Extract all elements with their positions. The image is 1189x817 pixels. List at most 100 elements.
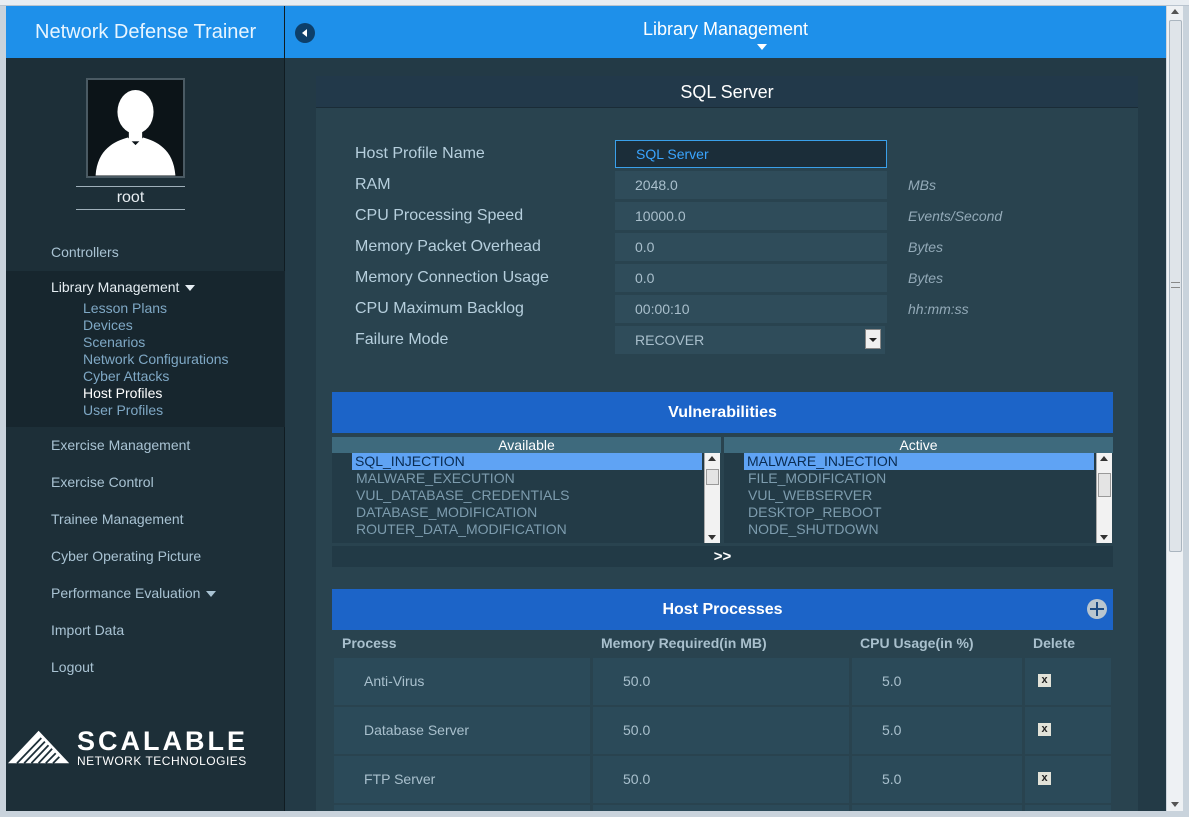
cpu-max-backlog-input[interactable]: 00:00:10 [615, 295, 887, 323]
scroll-thumb[interactable] [1098, 473, 1111, 497]
field-unit: Bytes [908, 270, 944, 286]
list-item[interactable]: DATABASE_MODIFICATION [332, 504, 720, 521]
user-silhouette-icon [88, 80, 183, 176]
failure-mode-select[interactable]: RECOVER [615, 326, 885, 354]
field-unit: hh:mm:ss [908, 301, 969, 317]
page-title[interactable]: Library Management [285, 19, 1166, 40]
list-item[interactable]: DESKTOP_REBOOT [724, 504, 1112, 521]
scroll-up-icon[interactable] [1100, 456, 1108, 461]
app-title: Network Defense Trainer [6, 6, 284, 58]
active-vulnerabilities-list[interactable]: MALWARE_INJECTION FILE_MODIFICATION VUL_… [724, 453, 1112, 543]
failure-mode-value: RECOVER [635, 332, 705, 348]
field-unit: Bytes [908, 239, 944, 255]
logo-tagline: NETWORK TECHNOLOGIES [77, 753, 247, 768]
username: root [76, 186, 185, 210]
delete-process-button[interactable]: x [1038, 723, 1051, 736]
list-item[interactable]: MALWARE_EXECUTION [332, 470, 720, 487]
list-item[interactable]: MALWARE_INJECTION [744, 453, 1094, 470]
nav-item-logout[interactable]: Logout [6, 649, 285, 686]
table-row [334, 805, 1111, 811]
process-name-cell: FTP Server [334, 756, 590, 803]
column-header-memory: Memory Required(in MB) [601, 635, 767, 651]
delete-cell: x [1025, 756, 1111, 803]
list-item[interactable]: VUL_DATABASE_CREDENTIALS [332, 487, 720, 504]
dropdown-arrow-icon[interactable] [865, 329, 881, 349]
list-scrollbar[interactable] [704, 453, 720, 543]
memory-packet-overhead-input[interactable]: 0.0 [615, 233, 887, 261]
vulnerabilities-column-headers: Available Active [332, 437, 1113, 453]
section-title: Host Processes [662, 601, 783, 618]
vulnerabilities-header: Vulnerabilities [332, 392, 1113, 433]
host-profile-name-input[interactable]: SQL Server [615, 140, 887, 168]
column-header-cpu: CPU Usage(in %) [860, 635, 974, 651]
nav-item-trainee-management[interactable]: Trainee Management [6, 501, 285, 538]
list-scrollbar[interactable] [1096, 453, 1112, 543]
nav-subitem-host-profiles[interactable]: Host Profiles [6, 385, 285, 402]
delete-cell: x [1025, 707, 1111, 754]
field-label: Host Profile Name [355, 145, 485, 162]
memory-cell: 50.0 [593, 707, 849, 754]
delete-process-button[interactable]: x [1038, 772, 1051, 785]
list-item[interactable]: VUL_WEBSERVER [724, 487, 1112, 504]
scroll-grip-icon [1171, 282, 1180, 288]
cpu-cell: 5.0 [852, 658, 1022, 705]
list-item[interactable]: ROUTER_DATA_MODIFICATION [332, 521, 720, 538]
ram-input[interactable]: 2048.0 [615, 171, 887, 199]
move-vulnerability-button[interactable]: >> [332, 546, 1113, 567]
header-bar: Library Management [285, 6, 1166, 58]
nav-subitem-devices[interactable]: Devices [6, 317, 285, 334]
nav-item-exercise-management[interactable]: Exercise Management [6, 427, 285, 464]
table-row: Database Server 50.0 5.0 x [334, 707, 1111, 754]
nav-subitem-lesson-plans[interactable]: Lesson Plans [6, 300, 285, 317]
available-vulnerabilities-list[interactable]: SQL_INJECTION MALWARE_EXECUTION VUL_DATA… [332, 453, 720, 543]
cpu-cell: 5.0 [852, 707, 1022, 754]
nav-item-label: Library Management [51, 279, 180, 295]
field-unit: MBs [908, 177, 936, 193]
scroll-up-icon[interactable] [1171, 9, 1179, 14]
nav-item-performance-evaluation[interactable]: Performance Evaluation [6, 575, 285, 612]
table-row: Anti-Virus 50.0 5.0 x [334, 658, 1111, 705]
page-scrollbar[interactable] [1166, 6, 1183, 811]
delete-process-button[interactable]: x [1038, 674, 1051, 687]
caret-down-icon [185, 285, 196, 292]
nav-subitem-user-profiles[interactable]: User Profiles [6, 402, 285, 419]
scroll-down-icon[interactable] [708, 535, 716, 540]
delete-cell: x [1025, 658, 1111, 705]
available-column-header: Available [332, 437, 721, 453]
avatar [86, 78, 185, 178]
nav-item-label: Performance Evaluation [51, 585, 201, 601]
memory-connection-usage-input[interactable]: 0.0 [615, 264, 887, 292]
add-process-icon[interactable] [1087, 599, 1107, 619]
caret-down-icon[interactable] [757, 44, 767, 50]
nav-item-exercise-control[interactable]: Exercise Control [6, 464, 285, 501]
scroll-thumb[interactable] [706, 469, 719, 485]
nav-group-library-management: Library Management Lesson Plans Devices … [6, 271, 285, 427]
field-label: Failure Mode [355, 331, 449, 348]
logo-wordmark: SCALABLE [77, 725, 248, 756]
scroll-down-icon[interactable] [1100, 535, 1108, 540]
field-label: CPU Maximum Backlog [355, 300, 524, 317]
field-label: Memory Packet Overhead [355, 238, 541, 255]
list-item[interactable]: SQL_INJECTION [352, 453, 702, 470]
list-item[interactable]: FILE_MODIFICATION [724, 470, 1112, 487]
list-item[interactable]: NODE_SHUTDOWN [724, 521, 1112, 538]
nav-subitem-scenarios[interactable]: Scenarios [6, 334, 285, 351]
host-processes-header: Host Processes [332, 589, 1113, 630]
cpu-cell: 5.0 [852, 756, 1022, 803]
cpu-speed-input[interactable]: 10000.0 [615, 202, 887, 230]
nav-item-library-management[interactable]: Library Management [6, 275, 285, 300]
nav-subitem-network-configurations[interactable]: Network Configurations [6, 351, 285, 368]
active-column-header: Active [724, 437, 1113, 453]
nav-item-controllers[interactable]: Controllers [6, 234, 285, 271]
scroll-up-icon[interactable] [708, 456, 716, 461]
process-name-cell: Anti-Virus [334, 658, 590, 705]
scroll-down-icon[interactable] [1171, 802, 1179, 807]
nav-item-import-data[interactable]: Import Data [6, 612, 285, 649]
caret-down-icon [206, 591, 217, 598]
memory-cell: 50.0 [593, 658, 849, 705]
field-unit: Events/Second [908, 208, 1003, 224]
nav-subitem-cyber-attacks[interactable]: Cyber Attacks [6, 368, 285, 385]
panel-title: SQL Server [316, 76, 1138, 108]
nav-item-cyber-operating-picture[interactable]: Cyber Operating Picture [6, 538, 285, 575]
main-nav: Controllers Library Management Lesson Pl… [6, 234, 285, 686]
